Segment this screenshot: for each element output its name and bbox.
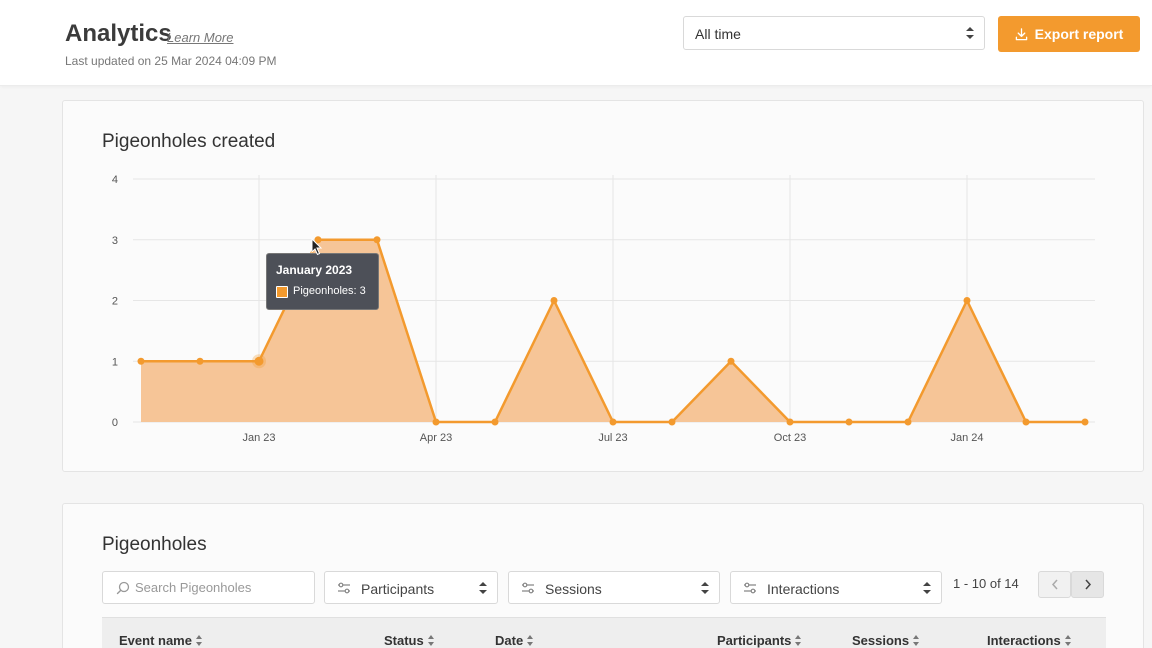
x-tick-label: Jan 24 xyxy=(950,432,983,444)
data-point xyxy=(550,297,558,304)
column-sessions[interactable]: Sessions xyxy=(852,633,920,648)
select-arrows-icon xyxy=(923,581,931,594)
column-label: Status xyxy=(384,633,424,648)
search-pigeonholes[interactable] xyxy=(102,571,315,604)
sliders-icon xyxy=(522,582,534,594)
data-point xyxy=(727,357,735,365)
column-label: Date xyxy=(495,633,524,648)
column-label: Event name xyxy=(119,633,192,648)
sort-icon xyxy=(527,635,534,646)
select-arrows-icon xyxy=(966,27,974,39)
tooltip-legend-swatch xyxy=(276,286,288,298)
time-range-value: All time xyxy=(695,26,741,42)
sort-icon xyxy=(195,635,203,646)
pigeonholes-created-card: Pigeonholes created 0 1 2 3 4 Jan 23 Apr 23 Jul… xyxy=(62,100,1144,472)
chevron-right-icon xyxy=(1084,579,1091,590)
column-event-name[interactable]: Event name xyxy=(119,633,203,648)
sort-icon xyxy=(913,635,920,646)
tooltip-title: January 2023 xyxy=(276,263,353,277)
x-tick-label: Apr 23 xyxy=(420,432,452,444)
sliders-icon xyxy=(744,582,756,594)
sort-icon xyxy=(1064,635,1072,646)
table-header-row: Event name Status Date Participants Sess… xyxy=(102,617,1106,648)
data-point xyxy=(609,418,617,426)
column-label: Participants xyxy=(717,633,792,648)
time-range-select[interactable]: All time xyxy=(683,16,985,50)
export-report-label: Export report xyxy=(1034,26,1124,42)
select-arrows-icon xyxy=(479,581,487,594)
column-status[interactable]: Status xyxy=(384,633,435,648)
sort-icon xyxy=(427,635,435,646)
table-title: Pigeonholes xyxy=(102,534,207,555)
x-tick-label: Oct 23 xyxy=(774,432,806,444)
previous-page-button[interactable] xyxy=(1038,571,1071,598)
y-tick-label: 1 xyxy=(112,356,118,368)
participants-filter-label: Participants xyxy=(361,581,435,597)
pigeonholes-chart[interactable]: 0 1 2 3 4 Jan 23 Apr 23 Jul 23 Oct 23 Jan 24 xyxy=(63,101,1145,473)
last-updated-text: Last updated on 25 Mar 2024 04:09 PM xyxy=(65,54,277,68)
next-page-button[interactable] xyxy=(1071,571,1104,598)
page-header: Analytics Learn More Last updated on 25 … xyxy=(0,0,1152,86)
column-interactions[interactable]: Interactions xyxy=(987,633,1072,648)
sliders-icon xyxy=(338,582,350,594)
interactions-filter[interactable]: Interactions xyxy=(730,571,942,604)
search-icon xyxy=(116,581,130,595)
y-tick-label: 3 xyxy=(112,235,118,247)
data-point xyxy=(904,418,912,426)
column-date[interactable]: Date xyxy=(495,633,534,648)
data-point xyxy=(491,418,499,426)
sort-icon xyxy=(795,635,802,646)
y-tick-label: 0 xyxy=(112,417,118,429)
data-point xyxy=(668,418,676,426)
sessions-filter-label: Sessions xyxy=(545,581,602,597)
interactions-filter-label: Interactions xyxy=(767,581,840,597)
data-point xyxy=(963,297,971,304)
chevron-left-icon xyxy=(1051,579,1058,590)
column-label: Interactions xyxy=(987,633,1061,648)
search-input[interactable] xyxy=(135,572,310,603)
select-arrows-icon xyxy=(701,581,709,594)
chart-tooltip: January 2023 Pigeonholes: 3 xyxy=(266,253,379,310)
data-point xyxy=(845,418,853,426)
column-label: Sessions xyxy=(852,633,910,648)
data-point xyxy=(196,357,204,365)
mouse-cursor-icon xyxy=(311,238,323,256)
data-point xyxy=(137,357,145,365)
export-report-button[interactable]: Export report xyxy=(998,16,1140,52)
data-point xyxy=(1081,418,1089,426)
participants-filter[interactable]: Participants xyxy=(324,571,498,604)
pagination-text: 1 - 10 of 14 xyxy=(953,576,1019,591)
x-tick-label: Jan 23 xyxy=(242,432,275,444)
x-tick-label: Jul 23 xyxy=(598,432,627,444)
y-tick-label: 4 xyxy=(112,174,118,186)
sessions-filter[interactable]: Sessions xyxy=(508,571,720,604)
data-point xyxy=(373,236,381,244)
tooltip-value: Pigeonholes: 3 xyxy=(293,285,366,297)
learn-more-link[interactable]: Learn More xyxy=(167,30,233,45)
data-point xyxy=(432,418,440,426)
y-tick-label: 2 xyxy=(112,296,118,308)
data-point xyxy=(786,418,794,426)
page-title: Analytics xyxy=(65,20,172,47)
data-point xyxy=(1022,418,1030,426)
download-icon xyxy=(1015,27,1027,40)
data-point xyxy=(254,356,264,366)
pigeonholes-table-card: Pigeonholes Participants Sessions xyxy=(62,503,1144,648)
column-participants[interactable]: Participants xyxy=(717,633,802,648)
